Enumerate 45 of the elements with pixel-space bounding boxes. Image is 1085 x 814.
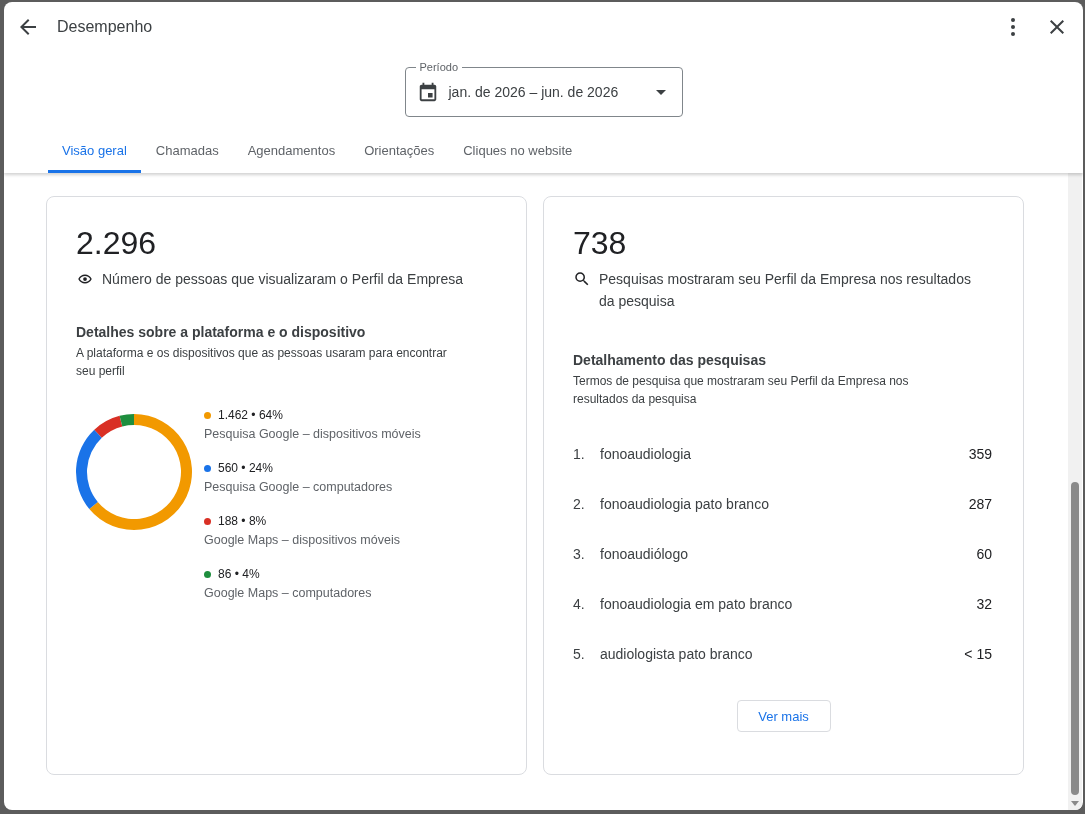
searches-caption: Pesquisas mostraram seu Perfil da Empresa nos resultados da pesquisa: [599, 270, 971, 311]
period-label: Período: [418, 60, 460, 74]
search-term: fonoaudiólogo: [600, 545, 688, 564]
search-term: fonoaudiologia: [600, 445, 692, 464]
legend-label: Pesquisa Google – dispositivos móveis: [204, 427, 421, 441]
views-caption: Número de pessoas que visualizaram o Perfil da Empresa: [102, 270, 464, 289]
period-dropdown[interactable]: Período jan. de 2026 – jun. de 2026: [404, 60, 683, 117]
section-title: Detalhamento das pesquisas: [573, 352, 767, 368]
term-count: 60: [976, 545, 992, 564]
period-value: jan. de 2026 – jun. de 2026: [448, 84, 619, 100]
term-rank: 1.: [573, 445, 586, 464]
dropdown-caret-icon: [655, 89, 666, 95]
search-term: fonoaudiologia pato branco: [600, 495, 769, 514]
tab[interactable]: Chamadas: [141, 134, 233, 173]
term-count: < 15: [964, 645, 992, 664]
search-icon: [573, 270, 591, 288]
scrollbar-thumb[interactable]: [1071, 482, 1079, 795]
tab[interactable]: Agendamentos: [233, 134, 350, 173]
term-count: 32: [976, 595, 992, 614]
section-subtitle: A plataforma e os dispositivos que as pessoas usaram para encontrar seu perfil: [76, 345, 448, 380]
search-term: fonoaudiologia em pato branco: [600, 595, 793, 614]
section-title: Detalhes sobre a plataforma e o dispositivo: [76, 324, 367, 340]
legend-label: Pesquisa Google – computadores: [204, 480, 394, 494]
tab[interactable]: Visão geral: [48, 134, 141, 173]
term-rank: 4.: [573, 595, 586, 614]
search-term: audiologista pato branco: [600, 645, 753, 664]
section-subtitle: Termos de pesquisa que mostraram seu Perfil da Empresa nos resultados da pesquisa: [573, 373, 910, 408]
term-rank: 5.: [573, 645, 586, 664]
legend-label: Google Maps – dispositivos móveis: [204, 533, 401, 547]
views-total: 2.296: [76, 224, 158, 263]
tab[interactable]: Cliques no website: [449, 134, 587, 173]
scroll-down-icon[interactable]: [1071, 801, 1079, 806]
window-title: Desempenho: [57, 18, 153, 36]
term-count: 287: [968, 495, 992, 514]
see-more-button[interactable]: Ver mais: [736, 700, 831, 732]
legend-figure: 1.462 • 64%: [218, 408, 283, 422]
searches-total: 738: [573, 224, 628, 263]
legend-figure: 86 • 4%: [218, 567, 260, 581]
legend-figure: 560 • 24%: [218, 461, 273, 475]
legend-figure: 188 • 8%: [218, 514, 267, 528]
tab[interactable]: Orientações: [350, 134, 449, 173]
term-rank: 2.: [573, 495, 586, 514]
legend-label: Google Maps – computadores: [204, 586, 373, 600]
term-rank: 3.: [573, 545, 586, 564]
term-count: 359: [968, 445, 992, 464]
